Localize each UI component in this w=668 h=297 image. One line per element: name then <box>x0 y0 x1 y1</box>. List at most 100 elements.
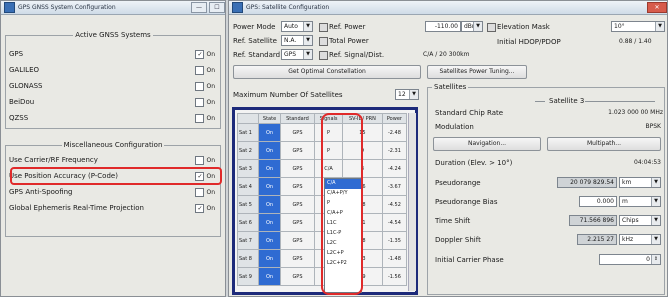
row-header[interactable]: Sat 9 <box>236 267 260 286</box>
power-cell[interactable]: -4.54 <box>381 213 408 232</box>
standard-cell[interactable]: GPS <box>279 231 316 250</box>
signal-option[interactable]: L1C-P <box>325 229 361 239</box>
state-cell[interactable]: On <box>258 249 281 268</box>
signal-option[interactable]: L2C+P <box>325 249 361 259</box>
standard-cell[interactable]: GPS <box>279 141 316 160</box>
standard-cell[interactable]: GPS <box>279 267 316 286</box>
minimize-button[interactable]: — <box>191 2 207 13</box>
standard-cell[interactable]: GPS <box>279 213 316 232</box>
checkbox-box[interactable] <box>195 97 205 107</box>
checkbox-box[interactable] <box>195 187 205 197</box>
table-scrollbar[interactable] <box>408 113 416 291</box>
signals-cell[interactable]: P <box>314 141 343 160</box>
pseudorange-unit-select[interactable]: km ▼ <box>619 177 661 188</box>
doppler-unit-select[interactable]: kHz ▼ <box>619 234 661 245</box>
misc-option-checkbox[interactable]: On <box>195 155 215 165</box>
power-cell[interactable]: -1.56 <box>381 267 408 286</box>
power-cell[interactable]: -1.48 <box>381 249 408 268</box>
table-row[interactable]: Sat 9OnGPSP29-1.56 <box>236 267 408 286</box>
standard-cell[interactable]: GPS <box>279 123 316 142</box>
power-cell[interactable]: -2.48 <box>381 123 408 142</box>
state-cell[interactable]: On <box>258 231 281 250</box>
state-cell[interactable]: On <box>258 213 281 232</box>
satellites-power-tuning-button[interactable]: Satellites Power Tuning... <box>427 65 527 79</box>
state-cell[interactable]: On <box>258 123 281 142</box>
misc-option-checkbox[interactable]: ✓ On <box>195 203 215 213</box>
svid-cell[interactable]: 3 <box>342 159 383 178</box>
row-header[interactable]: Sat 2 <box>236 141 260 160</box>
standard-cell[interactable]: GPS <box>279 195 316 214</box>
signal-option[interactable]: P <box>325 199 361 209</box>
misc-option-checkbox[interactable]: ✓ On <box>195 171 215 181</box>
stepper-icon[interactable]: ⇕ <box>651 255 660 264</box>
gnss-system-checkbox[interactable]: On <box>195 113 215 123</box>
signal-option[interactable]: C/A <box>325 179 361 189</box>
power-cell[interactable]: -4.52 <box>381 195 408 214</box>
signals-dropdown-list[interactable]: C/A C/A+P/Y P C/A+P L1C L1C-P L2C L2C+P L2C+P2 <box>324 178 362 293</box>
power-cell[interactable]: -3.67 <box>381 177 408 196</box>
table-row[interactable]: Sat 7OnGPSP18-1.35 <box>236 231 408 250</box>
close-button[interactable]: ✕ <box>647 2 667 13</box>
gnss-system-checkbox[interactable]: On <box>195 97 215 107</box>
carrier-phase-input[interactable]: 0 ⇕ <box>599 254 661 265</box>
signal-option[interactable]: C/A+P <box>325 209 361 219</box>
elevation-mask-button-icon[interactable] <box>487 23 496 32</box>
row-header[interactable]: Sat 7 <box>236 231 260 250</box>
power-cell[interactable]: -1.35 <box>381 231 408 250</box>
table-row[interactable]: Sat 4OnGPSC/A26-3.67 <box>236 177 408 196</box>
standard-cell[interactable]: GPS <box>279 159 316 178</box>
ref-standard-select[interactable]: GPS ▼ <box>281 49 313 60</box>
state-cell[interactable]: On <box>258 177 281 196</box>
gnss-system-checkbox[interactable]: On <box>195 81 215 91</box>
table-row[interactable]: Sat 6OnGPSP21-4.54 <box>236 213 408 232</box>
standard-cell[interactable]: GPS <box>279 177 316 196</box>
signal-option[interactable]: L2C+P2 <box>325 259 361 269</box>
ref-signal-button-icon[interactable] <box>319 51 328 60</box>
power-mode-select[interactable]: Auto ▼ <box>281 21 313 32</box>
elevation-mask-select[interactable]: 10° ▼ <box>611 21 665 32</box>
table-row[interactable]: Sat 2 On GPS P 9 -2.31 <box>236 141 408 160</box>
checkbox-box[interactable]: ✓ <box>195 171 205 181</box>
multipath-button[interactable]: Multipath... <box>547 137 661 151</box>
signal-option[interactable]: L1C <box>325 219 361 229</box>
navigation-button[interactable]: Navigation... <box>433 137 541 151</box>
state-cell[interactable]: On <box>258 159 281 178</box>
ref-power-input[interactable]: -110.00 <box>425 21 461 32</box>
maximize-button[interactable]: ☐ <box>209 2 225 13</box>
svid-cell[interactable]: 15 <box>342 123 383 142</box>
checkbox-box[interactable]: ✓ <box>195 49 205 59</box>
ref-satellite-select[interactable]: N.A. ▼ <box>281 35 313 46</box>
row-header[interactable]: Sat 6 <box>236 213 260 232</box>
checkbox-box[interactable] <box>195 65 205 75</box>
row-header[interactable]: Sat 5 <box>236 195 260 214</box>
checkbox-box[interactable]: ✓ <box>195 203 205 213</box>
signal-option[interactable]: L2C <box>325 239 361 249</box>
row-header[interactable]: Sat 1 <box>236 123 260 142</box>
gnss-system-checkbox[interactable]: On <box>195 65 215 75</box>
gnss-system-checkbox[interactable]: ✓ On <box>195 49 215 59</box>
total-power-button-icon[interactable] <box>319 37 328 46</box>
row-header[interactable]: Sat 8 <box>236 249 260 268</box>
checkbox-box[interactable] <box>195 81 205 91</box>
table-row[interactable]: Sat 8OnGPSP13-1.48 <box>236 249 408 268</box>
state-cell[interactable]: On <box>258 195 281 214</box>
row-header[interactable]: Sat 3 <box>236 159 260 178</box>
power-cell[interactable]: -4.24 <box>381 159 408 178</box>
table-row[interactable]: Sat 3 On GPS C/A 3 -4.24 <box>236 159 408 178</box>
state-cell[interactable]: On <box>258 267 281 286</box>
checkbox-box[interactable] <box>195 113 205 123</box>
checkbox-box[interactable] <box>195 155 205 165</box>
misc-option-checkbox[interactable]: On <box>195 187 215 197</box>
pseudorange-bias-unit-select[interactable]: m ▼ <box>619 196 661 207</box>
get-optimal-constellation-button[interactable]: Get Optimal Constellation <box>233 65 421 79</box>
signals-cell[interactable]: P <box>314 123 343 142</box>
power-cell[interactable]: -2.31 <box>381 141 408 160</box>
pseudorange-bias-input[interactable]: 0.000 <box>579 196 617 207</box>
time-shift-unit-select[interactable]: Chips ▼ <box>619 215 661 226</box>
ref-power-button-icon[interactable] <box>319 23 328 32</box>
signals-cell[interactable]: C/A <box>314 159 343 178</box>
row-header[interactable]: Sat 4 <box>236 177 260 196</box>
table-row[interactable]: Sat 5OnGPSP28-4.52 <box>236 195 408 214</box>
svid-cell[interactable]: 9 <box>342 141 383 160</box>
signal-option[interactable]: C/A+P/Y <box>325 189 361 199</box>
